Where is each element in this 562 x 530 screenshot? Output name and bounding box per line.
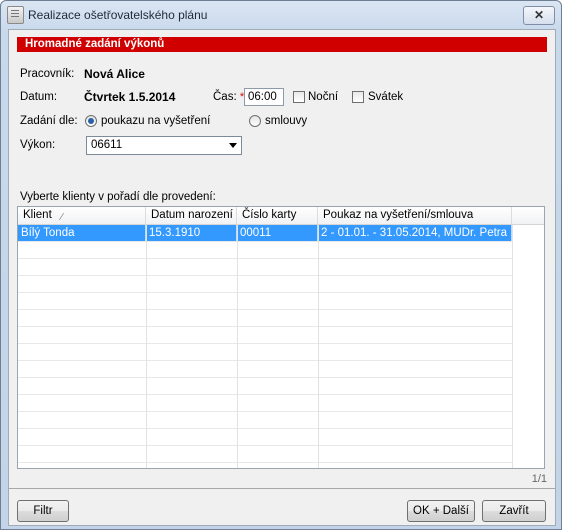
col-header-card-number[interactable]: Číslo karty bbox=[237, 207, 318, 224]
procedure-select[interactable]: 06611 bbox=[86, 136, 242, 155]
empty-row bbox=[18, 310, 512, 327]
empty-row bbox=[18, 446, 512, 463]
date-label: Datum: bbox=[20, 91, 58, 103]
night-label: Noční bbox=[308, 91, 339, 103]
ok-next-button[interactable]: OK + Další bbox=[407, 500, 475, 522]
col-header-client[interactable]: Klient ∕ bbox=[18, 207, 146, 224]
worker-label: Pracovník: bbox=[20, 68, 75, 80]
close-button[interactable]: Zavřít bbox=[482, 500, 546, 522]
dropdown-arrow-icon[interactable] bbox=[229, 143, 237, 148]
column-separator bbox=[146, 225, 147, 468]
grid-header: Klient ∕ Datum narození Číslo karty Pouk… bbox=[18, 207, 544, 225]
entry-by-label: Zadání dle: bbox=[20, 115, 78, 127]
table-cell: Bílý Tonda bbox=[18, 225, 146, 241]
radio-contract[interactable] bbox=[249, 115, 261, 127]
close-window-button[interactable]: ✕ bbox=[523, 6, 555, 25]
column-separator bbox=[318, 225, 319, 468]
dialog-window: Realizace ošetřovatelského plánu ✕ Hroma… bbox=[0, 0, 562, 530]
sort-icon: ∕ bbox=[61, 212, 63, 223]
clients-grid[interactable]: Klient ∕ Datum narození Číslo karty Pouk… bbox=[17, 206, 545, 469]
empty-row bbox=[18, 276, 512, 293]
empty-row bbox=[18, 242, 512, 259]
app-icon bbox=[7, 6, 24, 24]
dialog-body: Hromadné zadání výkonů Pracovník: Nová A… bbox=[8, 29, 556, 526]
empty-row bbox=[18, 344, 512, 361]
column-separator bbox=[512, 225, 513, 468]
section-header: Hromadné zadání výkonů bbox=[17, 37, 547, 52]
empty-row bbox=[18, 327, 512, 344]
table-cell: 2 - 01.01. - 31.05.2014, MUDr. Petra ... bbox=[318, 225, 512, 241]
grid-caption: Vyberte klienty v pořadí dle provedení: bbox=[20, 191, 216, 203]
footer-divider bbox=[9, 488, 555, 489]
page-indicator: 1/1 bbox=[531, 473, 547, 485]
radio-contract-label: smlouvy bbox=[265, 115, 308, 127]
empty-row bbox=[18, 259, 512, 276]
night-checkbox[interactable] bbox=[293, 91, 305, 103]
empty-row bbox=[18, 378, 512, 395]
column-separator bbox=[237, 225, 238, 468]
radio-voucher-label: poukazu na vyšetření bbox=[101, 115, 211, 127]
procedure-value: 06611 bbox=[91, 139, 123, 151]
empty-row bbox=[18, 395, 512, 412]
window-title: Realizace ošetřovatelského plánu bbox=[28, 8, 208, 22]
empty-row bbox=[18, 293, 512, 310]
table-cell: 00011 bbox=[237, 225, 318, 241]
procedure-label: Výkon: bbox=[20, 139, 56, 151]
holiday-checkbox[interactable] bbox=[352, 91, 364, 103]
worker-value: Nová Alice bbox=[84, 67, 145, 81]
table-cell: 15.3.1910 bbox=[146, 225, 237, 241]
date-value: Čtvrtek 1.5.2014 bbox=[84, 90, 176, 104]
empty-row bbox=[18, 412, 512, 429]
empty-row bbox=[18, 429, 512, 446]
time-input[interactable]: 06:00 bbox=[244, 88, 284, 106]
table-row[interactable]: Bílý Tonda 15.3.1910 00011 2 - 01.01. - 31.… bbox=[18, 225, 512, 242]
empty-row bbox=[18, 361, 512, 378]
title-bar: Realizace ošetřovatelského plánu ✕ bbox=[1, 1, 561, 29]
filter-button[interactable]: Filtr bbox=[17, 500, 69, 522]
col-header-birth-date[interactable]: Datum narození bbox=[146, 207, 237, 224]
radio-voucher[interactable] bbox=[85, 115, 97, 127]
grid-body: Bílý Tonda 15.3.1910 00011 2 - 01.01. - 31.… bbox=[18, 225, 544, 468]
holiday-label: Svátek bbox=[368, 91, 404, 103]
time-label: Čas: * bbox=[213, 91, 245, 103]
col-header-voucher[interactable]: Poukaz na vyšetření/smlouva bbox=[318, 207, 512, 224]
